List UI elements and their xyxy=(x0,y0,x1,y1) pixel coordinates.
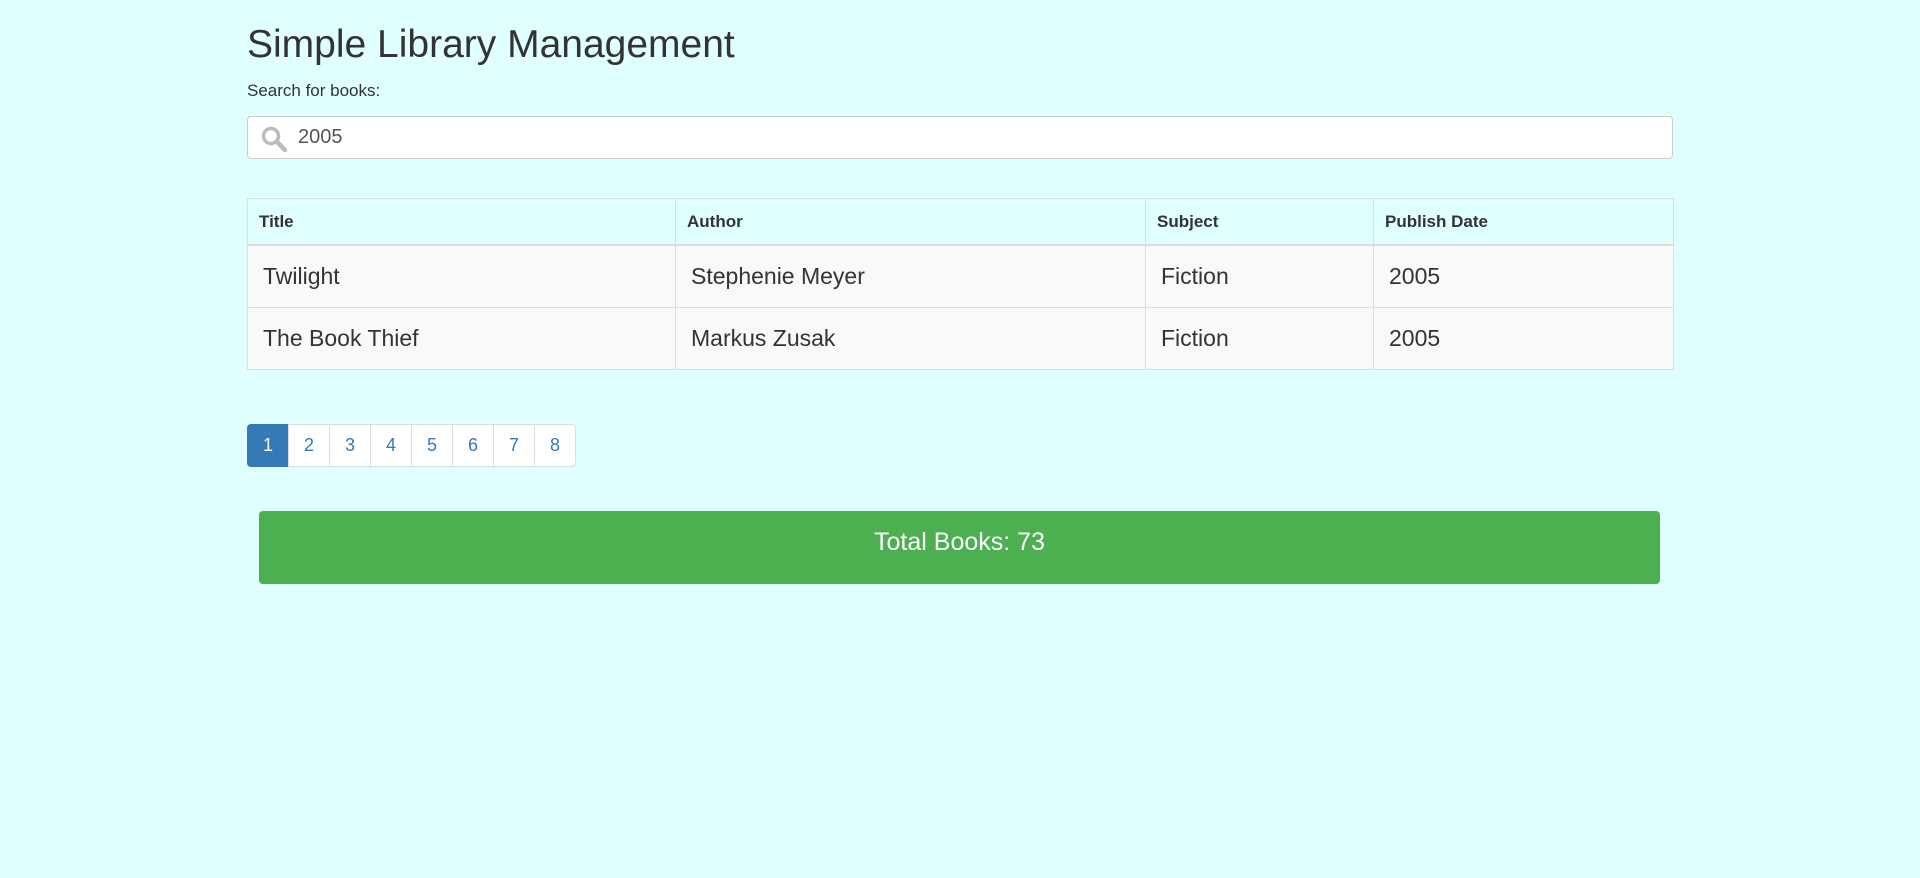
page-button-7[interactable]: 7 xyxy=(493,424,535,467)
pagination: 1 2 3 4 5 6 7 8 xyxy=(247,424,576,467)
books-table: Title Author Subject Publish Date Twilig… xyxy=(247,198,1674,370)
page-button-1[interactable]: 1 xyxy=(247,424,289,467)
page-button-3[interactable]: 3 xyxy=(329,424,371,467)
table-row[interactable]: The Book Thief Markus Zusak Fiction 2005 xyxy=(247,307,1674,370)
cell-author: Markus Zusak xyxy=(675,307,1146,370)
page-button-2[interactable]: 2 xyxy=(288,424,330,467)
column-header-title[interactable]: Title xyxy=(247,198,676,246)
total-books-banner: Total Books: 73 xyxy=(259,511,1660,584)
search-label: Search for books: xyxy=(247,81,381,100)
column-header-publish-date[interactable]: Publish Date xyxy=(1373,198,1674,246)
cell-publish-date: 2005 xyxy=(1373,307,1674,370)
page-button-6[interactable]: 6 xyxy=(452,424,494,467)
cell-publish-date: 2005 xyxy=(1373,244,1674,308)
column-header-author[interactable]: Author xyxy=(675,198,1146,246)
page-button-4[interactable]: 4 xyxy=(370,424,412,467)
search-input[interactable] xyxy=(298,117,1658,158)
cell-author: Stephenie Meyer xyxy=(675,244,1146,308)
column-header-subject[interactable]: Subject xyxy=(1145,198,1374,246)
table-row[interactable]: Twilight Stephenie Meyer Fiction 2005 xyxy=(247,244,1674,308)
cell-subject: Fiction xyxy=(1145,244,1374,308)
search-icon xyxy=(261,126,288,153)
table-header-row: Title Author Subject Publish Date xyxy=(247,198,1674,246)
search-box[interactable] xyxy=(247,116,1673,159)
cell-subject: Fiction xyxy=(1145,307,1374,370)
cell-title: Twilight xyxy=(247,244,676,308)
page-title: Simple Library Management xyxy=(247,23,735,66)
page-button-8[interactable]: 8 xyxy=(534,424,576,467)
cell-title: The Book Thief xyxy=(247,307,676,370)
page-button-5[interactable]: 5 xyxy=(411,424,453,467)
